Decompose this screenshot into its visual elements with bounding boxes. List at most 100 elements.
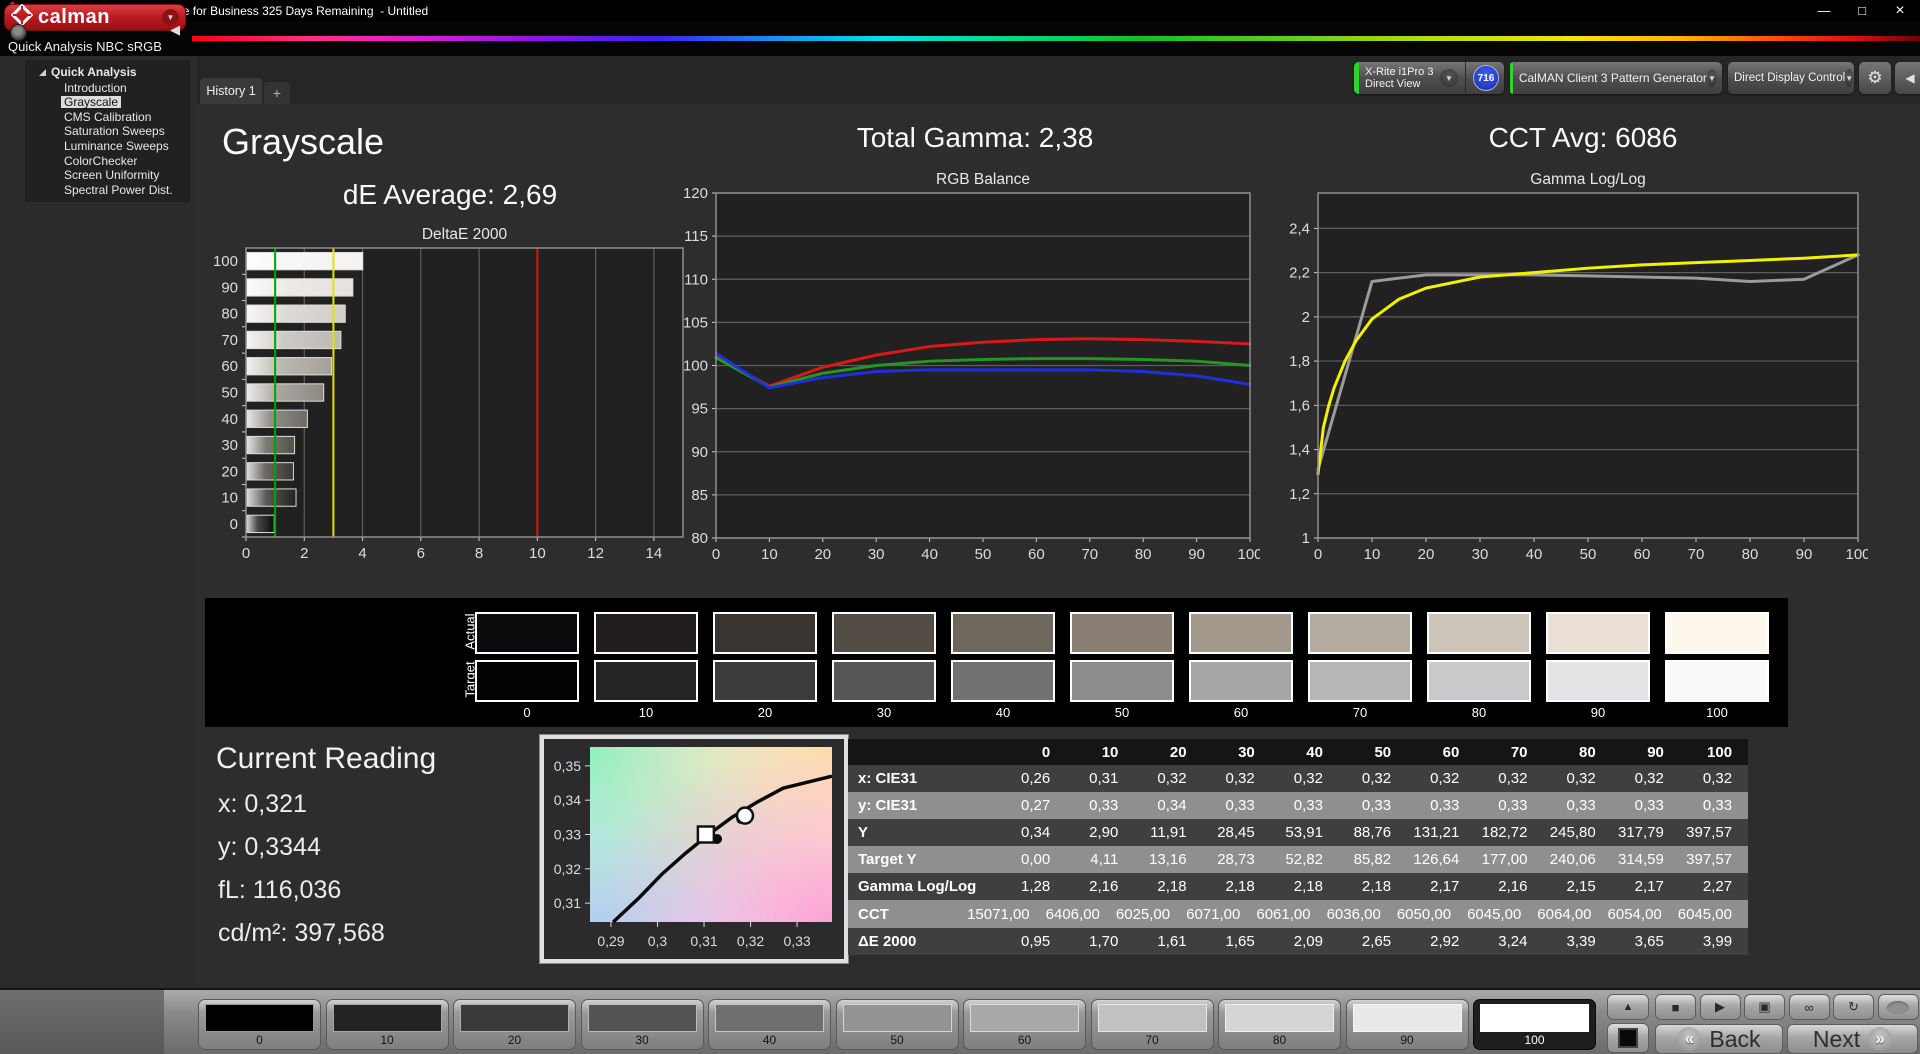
table-cell: 6054,00 xyxy=(1607,905,1662,923)
table-column-header: 90 xyxy=(1647,743,1664,761)
tab-history-1[interactable]: History 1 xyxy=(200,78,262,104)
sidebar-item-colorchecker[interactable]: ColorChecker xyxy=(61,155,140,167)
next-button[interactable]: Next » xyxy=(1787,1024,1918,1054)
panel-collapse-button[interactable]: ◀ xyxy=(1895,62,1920,94)
svg-text:80: 80 xyxy=(1742,546,1759,563)
back-button[interactable]: « Back xyxy=(1655,1024,1783,1054)
pattern-button-10[interactable]: 10 xyxy=(325,999,449,1050)
table-cell: 88,76 xyxy=(1353,824,1392,842)
stop-button[interactable]: ■ xyxy=(1655,994,1696,1020)
svg-text:0: 0 xyxy=(712,546,720,563)
table-cell: 2,90 xyxy=(1089,824,1119,842)
calman-app-window: Calman 2023 Calman Ultimate for Business… xyxy=(0,0,1920,1054)
pattern-button-70[interactable]: 70 xyxy=(1090,999,1214,1050)
play-button[interactable]: ▶ xyxy=(1699,994,1741,1020)
close-button[interactable]: × xyxy=(1892,0,1908,22)
minimize-button[interactable]: — xyxy=(1816,0,1832,22)
svg-text:95: 95 xyxy=(691,401,708,418)
sidebar-item-saturation-sweeps[interactable]: Saturation Sweeps xyxy=(61,125,168,137)
play-icon: ▶ xyxy=(1715,999,1725,1014)
table-cell: 3,24 xyxy=(1498,932,1528,950)
continuous-button[interactable]: ∞ xyxy=(1788,994,1830,1020)
pattern-button-20[interactable]: 20 xyxy=(453,999,576,1050)
de-average-value: dE Average: 2,69 xyxy=(342,179,558,210)
svg-text:90: 90 xyxy=(221,279,238,296)
svg-text:8: 8 xyxy=(475,545,483,562)
target-swatch-40 xyxy=(951,660,1055,702)
rainbow-gradient-strip xyxy=(192,36,1920,41)
expander-icon xyxy=(39,68,46,76)
pattern-button-80[interactable]: 80 xyxy=(1218,999,1341,1050)
table-column-header: 100 xyxy=(1707,743,1733,761)
pattern-scroll-up-button[interactable]: ▲ xyxy=(1607,994,1649,1020)
sidebar-item-grayscale[interactable]: Grayscale xyxy=(61,96,122,109)
table-cell: 28,45 xyxy=(1217,824,1255,842)
pattern-button-60[interactable]: 60 xyxy=(963,999,1086,1050)
pattern-button-100[interactable]: 100 xyxy=(1473,999,1596,1050)
settings-button[interactable]: ⚙ xyxy=(1859,62,1891,94)
calman-menu-button[interactable]: calman ▼ xyxy=(4,3,186,31)
meter-count-badge[interactable]: 716 xyxy=(1473,65,1499,91)
meter-name: X-Rite i1Pro 3 xyxy=(1365,66,1434,78)
table-cell: 3,39 xyxy=(1566,932,1596,950)
row-label: CCT xyxy=(858,905,889,923)
sidebar-item-luminance-sweeps[interactable]: Luminance Sweeps xyxy=(61,140,172,152)
sidebar-collapse-icon[interactable]: ◀ xyxy=(170,22,180,38)
title-bar: Calman 2023 Calman Ultimate for Business… xyxy=(0,0,1920,22)
display-control-dropdown[interactable]: Direct Display Control ▼ xyxy=(1728,62,1854,94)
table-cell: 2,18 xyxy=(1361,878,1392,896)
pattern-label: 100 xyxy=(1524,1033,1545,1047)
sidebar-item-introduction[interactable]: Introduction xyxy=(61,82,130,94)
pattern-button-30[interactable]: 30 xyxy=(580,999,704,1050)
table-cell: 2,17 xyxy=(1430,878,1460,896)
table-cell: 1,28 xyxy=(1020,878,1051,896)
table-cell: 2,15 xyxy=(1566,878,1596,896)
pattern-generator-label: CalMAN Client 3 Pattern Generator xyxy=(1518,71,1707,85)
svg-text:110: 110 xyxy=(684,271,708,288)
cie-chart-panel[interactable]: 0,29 0,3 0,31 0,32 0,33 0,31 0,32 0,33 0,34 0,35 xyxy=(540,735,848,963)
table-row: Gamma Log/Log 1,28 2,16 2,18 2,18 2,18 2,18 2,1… xyxy=(848,873,1748,901)
indicator-button[interactable] xyxy=(1877,994,1919,1020)
pattern-generator-dropdown[interactable]: CalMAN Client 3 Pattern Generator ▼ xyxy=(1510,62,1722,94)
table-cell: 0,32 xyxy=(1430,770,1460,788)
pattern-window-button[interactable]: ▣ xyxy=(1744,994,1785,1020)
table-cell: 6061,00 xyxy=(1256,905,1311,923)
workflow-title: Quick Analysis NBC sRGB xyxy=(8,39,162,54)
table-cell: 1,61 xyxy=(1157,932,1187,950)
target-swatch-80 xyxy=(1427,660,1531,702)
table-cell: 6045,00 xyxy=(1467,905,1522,923)
pattern-blackout-button[interactable] xyxy=(1607,1023,1649,1053)
maximize-button[interactable]: □ xyxy=(1854,0,1870,22)
workflow-tree: Quick Analysis Introduction Grayscale CMS … xyxy=(25,60,190,202)
table-cell: 15071,00 xyxy=(967,905,1030,923)
pattern-button-50[interactable]: 50 xyxy=(835,999,959,1050)
table-cell: 2,65 xyxy=(1361,932,1392,950)
pattern-button-90[interactable]: 90 xyxy=(1345,999,1469,1050)
sidebar-item-cms-calibration[interactable]: CMS Calibration xyxy=(61,111,154,123)
pattern-button-40[interactable]: 40 xyxy=(708,999,831,1050)
svg-text:60: 60 xyxy=(1634,546,1651,563)
meter-mode: Direct View xyxy=(1365,78,1421,90)
add-tab-button[interactable]: + xyxy=(264,82,290,104)
pattern-chip xyxy=(842,1004,952,1032)
brand-name: calman xyxy=(38,6,110,28)
actual-swatch-80 xyxy=(1427,612,1531,654)
table-cell: 0,32 xyxy=(1225,770,1255,788)
table-cell: 6050,00 xyxy=(1396,905,1452,923)
table-cell: 2,09 xyxy=(1293,932,1323,950)
refresh-button[interactable]: ↻ xyxy=(1833,994,1874,1020)
tree-root-quick-analysis[interactable]: Quick Analysis xyxy=(39,65,190,79)
actual-swatch-60 xyxy=(1189,612,1293,654)
sidebar-item-screen-uniformity[interactable]: Screen Uniformity xyxy=(61,169,162,181)
meter-dropdown[interactable]: X-Rite i1Pro 3 Direct View ▼ 716 xyxy=(1354,62,1504,94)
table-cell: 0,95 xyxy=(1020,932,1051,950)
sidebar-item-spectral-power-dist-[interactable]: Spectral Power Dist. xyxy=(61,184,176,196)
svg-text:70: 70 xyxy=(1688,546,1705,563)
table-cell: 4,11 xyxy=(1090,851,1119,869)
pattern-chip xyxy=(715,1004,824,1032)
pattern-button-0[interactable]: 0 xyxy=(198,999,321,1050)
display-control-label: Direct Display Control xyxy=(1734,72,1846,84)
svg-text:0: 0 xyxy=(242,545,250,562)
table-cell: 0,27 xyxy=(1020,797,1051,815)
table-cell: 2,16 xyxy=(1498,878,1528,896)
